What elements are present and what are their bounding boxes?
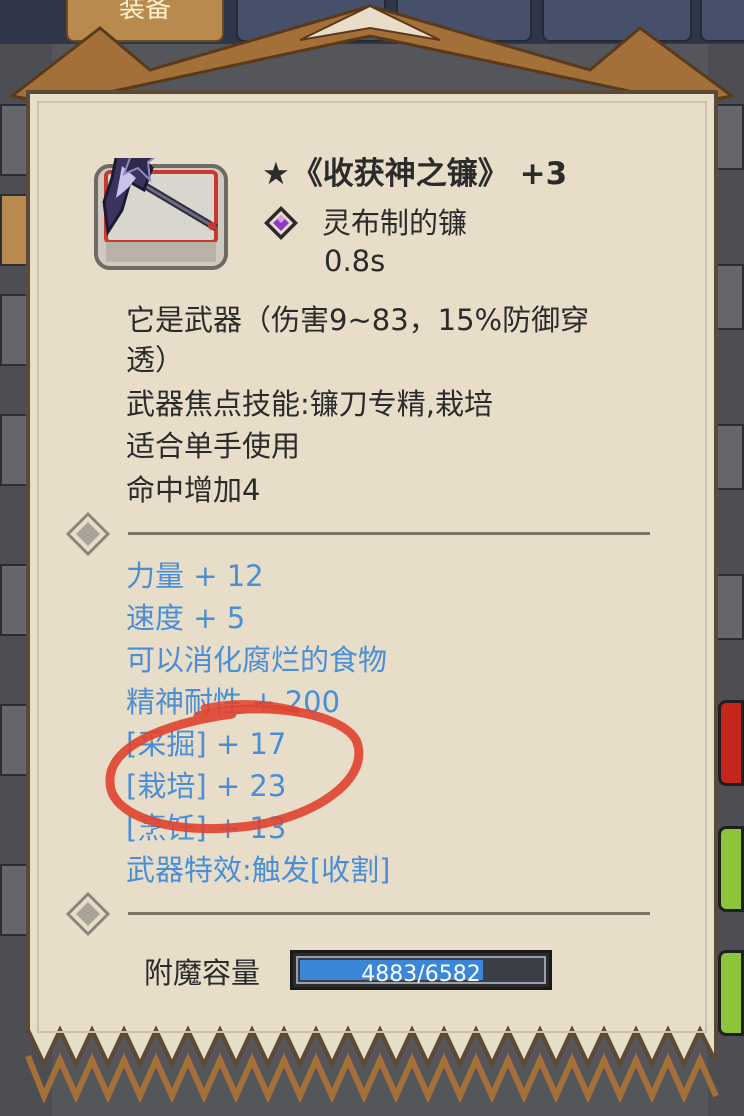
stat-line: 可以消化腐烂的食物: [126, 643, 388, 677]
stat-line: [采掘] + 17: [126, 727, 287, 761]
enhance-level: +3: [519, 156, 568, 192]
capacity-value: 4883/6582: [361, 962, 481, 987]
stat-line: [烹饪] + 13: [126, 811, 287, 845]
description-line: 武器焦点技能:镰刀专精,栽培: [126, 387, 493, 421]
item-name: 《收获神之镰》: [291, 156, 509, 192]
enchant-capacity-bar: 4883/6582: [290, 950, 552, 990]
stat-line: 力量 + 12: [126, 559, 264, 593]
divider-diamond-icon: [66, 892, 110, 936]
gem-icon: [264, 206, 298, 240]
scythe-icon: [94, 158, 228, 270]
description-line: 命中增加4: [126, 473, 261, 507]
description-line: 透）: [126, 343, 185, 377]
enchant-capacity-label: 附魔容量: [144, 956, 261, 990]
description-line: 适合单手使用: [126, 429, 301, 463]
stat-line: 精神耐性 + 200: [126, 685, 341, 719]
stat-line: 武器特效:触发[收割]: [126, 853, 391, 887]
stat-line: [栽培] + 23: [126, 769, 287, 803]
star-icon: ★: [262, 156, 290, 192]
section-divider: [128, 912, 650, 915]
section-divider: [128, 532, 650, 535]
description-line: 它是武器（伤害9~83，15%防御穿: [126, 303, 590, 337]
item-title: ★《收获神之镰》 +3: [262, 148, 567, 193]
divider-diamond-icon: [66, 512, 110, 556]
stat-line: 速度 + 5: [126, 601, 246, 635]
item-material: 灵布制的镰: [322, 206, 468, 240]
attack-speed: 0.8s: [324, 244, 386, 278]
capacity-frame: 4883/6582: [296, 956, 546, 987]
tooltip-content: ★《收获神之镰》 +3 灵布制的镰 0.8s 它是武器（伤害9~83，15%防御…: [0, 0, 744, 1116]
